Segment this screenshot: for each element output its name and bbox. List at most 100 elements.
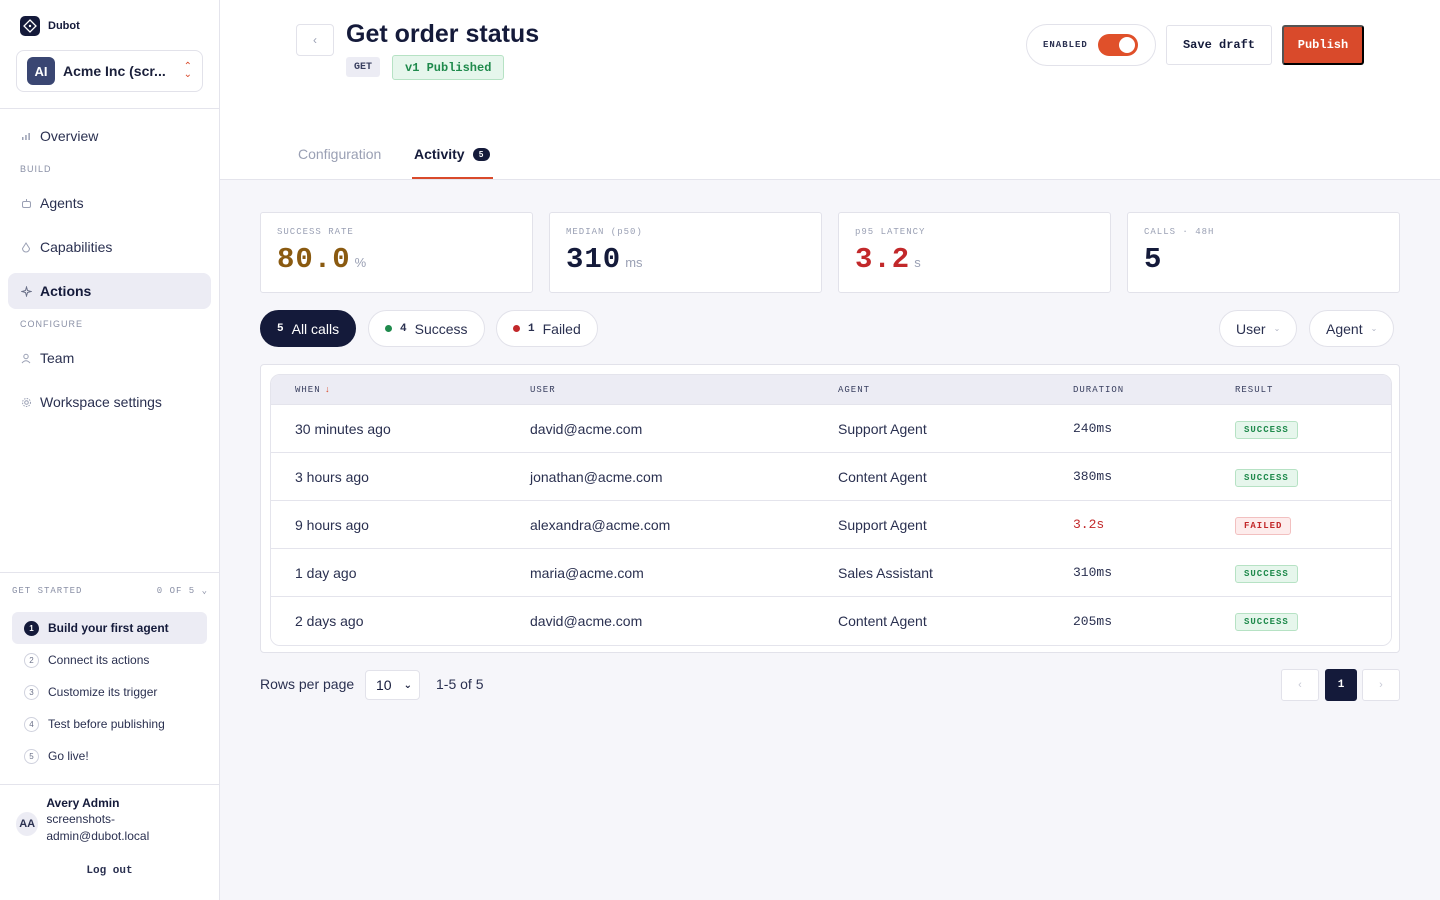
- cell-when: 2 days ago: [295, 613, 364, 629]
- stat-card-success-rate: SUCCESS RATE 80.0%: [260, 212, 533, 293]
- chevron-down-icon: ⌄: [403, 679, 412, 691]
- stat-label: SUCCESS RATE: [277, 227, 354, 237]
- result-badge: SUCCESS: [1235, 613, 1298, 631]
- cell-user: alexandra@acme.com: [530, 516, 671, 533]
- sidebar-item-overview[interactable]: Overview: [8, 118, 211, 154]
- get-started-progress: 0 OF 5 ⌄: [156, 586, 208, 596]
- filter-success[interactable]: 4 Success: [368, 310, 485, 347]
- logout-button[interactable]: Log out: [0, 865, 219, 877]
- cell-user: jonathan@acme.com: [530, 468, 663, 485]
- table-row[interactable]: 30 minutes ago david@acme.com Support Ag…: [271, 405, 1391, 453]
- save-draft-button[interactable]: Save draft: [1166, 25, 1272, 65]
- result-badge: FAILED: [1235, 516, 1292, 535]
- get-started-header[interactable]: GET STARTED 0 OF 5 ⌄: [12, 586, 208, 596]
- chevron-down-icon: ⌄: [1370, 324, 1378, 333]
- filter-count: 5: [277, 322, 284, 335]
- cell-duration: 3.2s: [1073, 517, 1105, 532]
- cell-when: 9 hours ago: [295, 516, 369, 533]
- next-page-button[interactable]: ›: [1362, 669, 1400, 701]
- user-profile: AA Avery Admin screenshots-admin@dubot.l…: [16, 796, 206, 845]
- table-header: WHEN ↓ USER AGENT DURATION RESULT: [271, 375, 1391, 405]
- previous-page-button[interactable]: ‹: [1281, 669, 1319, 701]
- get-started-step-2[interactable]: 2 Connect its actions: [12, 644, 207, 676]
- stat-unit: ms: [625, 255, 643, 270]
- filter-label: Failed: [542, 320, 581, 337]
- agent-filter-dropdown[interactable]: Agent ⌄: [1309, 310, 1395, 347]
- version-badge: v1 Published: [392, 55, 505, 80]
- sidebar-item-label: Overview: [40, 128, 99, 144]
- stat-value: 310: [566, 243, 622, 276]
- stat-label: p95 LATENCY: [855, 227, 926, 237]
- tab-activity[interactable]: Activity 5: [414, 146, 490, 162]
- back-button[interactable]: ‹: [296, 24, 334, 56]
- filter-count: 1: [528, 322, 535, 335]
- cell-when: 1 day ago: [295, 564, 357, 581]
- filter-failed[interactable]: 1 Failed: [496, 310, 598, 347]
- step-label: Build your first agent: [48, 621, 169, 635]
- stat-unit: s: [914, 255, 921, 270]
- workspace-avatar: AI: [27, 57, 55, 85]
- stat-value: 80.0: [277, 243, 351, 276]
- user-name: Avery Admin: [46, 796, 120, 810]
- step-label: Customize its trigger: [48, 685, 158, 699]
- sidebar-item-capabilities[interactable]: Capabilities: [8, 229, 211, 265]
- method-badge: GET: [346, 57, 381, 77]
- get-started-title: GET STARTED: [12, 586, 83, 596]
- table-row[interactable]: 9 hours ago alexandra@acme.com Support A…: [271, 501, 1391, 549]
- page-title: Get order status: [346, 20, 540, 48]
- sidebar-item-label: Agents: [40, 195, 84, 211]
- tab-label: Configuration: [298, 146, 382, 162]
- sidebar-item-actions[interactable]: Actions: [8, 273, 211, 309]
- cell-agent: Content Agent: [838, 468, 927, 485]
- rows-per-page-select[interactable]: 10 ⌄: [365, 670, 420, 700]
- table-row[interactable]: 2 days ago david@acme.com Content Agent …: [271, 597, 1391, 645]
- column-when[interactable]: WHEN ↓: [295, 385, 530, 395]
- sidebar-item-workspace-settings[interactable]: Workspace settings: [8, 384, 211, 420]
- sidebar-item-agents[interactable]: Agents: [8, 185, 211, 221]
- user-filter-dropdown[interactable]: User ⌄: [1219, 310, 1298, 347]
- chevron-left-icon: ‹: [313, 33, 317, 47]
- rows-per-page-value: 10: [376, 677, 392, 693]
- stat-card-median: MEDIAN (p50) 310 ms: [549, 212, 822, 293]
- active-tab-indicator: [412, 177, 493, 179]
- sparkle-icon: [20, 285, 32, 297]
- brand[interactable]: Dubot: [20, 16, 80, 36]
- cell-agent: Content Agent: [838, 613, 927, 629]
- column-agent: AGENT: [838, 384, 871, 395]
- nav-section-configure: CONFIGURE: [20, 319, 83, 329]
- stat-value: 3.2: [855, 243, 911, 276]
- publish-button[interactable]: Publish: [1282, 25, 1364, 65]
- tab-configuration[interactable]: Configuration: [298, 146, 381, 162]
- chevron-up-down-icon: ⌃ ⌄: [183, 61, 192, 80]
- sidebar-item-label: Capabilities: [40, 239, 113, 255]
- sidebar-item-team[interactable]: Team: [8, 340, 211, 376]
- gear-icon: [20, 396, 32, 408]
- dropdown-label: Agent: [1326, 320, 1363, 337]
- table-row[interactable]: 3 hours ago jonathan@acme.com Content Ag…: [271, 453, 1391, 501]
- column-user: USER: [530, 384, 556, 395]
- get-started-step-4[interactable]: 4 Test before publishing: [12, 708, 207, 740]
- droplet-icon: [20, 241, 32, 253]
- page-header: ‹ Get order status GET v1 Published ENAB…: [220, 0, 1440, 180]
- cell-user: maria@acme.com: [530, 564, 644, 581]
- pagination-range: 1-5 of 5: [436, 676, 484, 692]
- enabled-toggle[interactable]: [1097, 34, 1138, 56]
- person-icon: [20, 352, 32, 364]
- user-email: screenshots-admin@dubot.local: [46, 812, 150, 843]
- success-dot-icon: [385, 325, 392, 332]
- page-button-1[interactable]: 1: [1325, 669, 1357, 701]
- sidebar-item-label: Team: [40, 350, 75, 366]
- get-started-step-3[interactable]: 3 Customize its trigger: [12, 676, 207, 708]
- get-started-step-1[interactable]: 1 Build your first agent: [12, 612, 207, 644]
- get-started-step-5[interactable]: 5 Go live!: [12, 740, 207, 772]
- table-row[interactable]: 1 day ago maria@acme.com Sales Assistant…: [271, 549, 1391, 597]
- cell-agent: Support Agent: [838, 420, 927, 437]
- filter-all-calls[interactable]: 5 All calls: [260, 310, 357, 347]
- cell-when: 3 hours ago: [295, 468, 369, 485]
- workspace-switcher[interactable]: AI Acme Inc (scr... ⌃ ⌄: [16, 50, 203, 92]
- sidebar: Dubot AI Acme Inc (scr... ⌃ ⌄ Overview BU…: [0, 0, 220, 900]
- cell-agent: Sales Assistant: [838, 564, 933, 581]
- tab-label: Activity: [414, 146, 465, 162]
- filter-label: All calls: [291, 320, 340, 337]
- result-badge: SUCCESS: [1235, 468, 1298, 487]
